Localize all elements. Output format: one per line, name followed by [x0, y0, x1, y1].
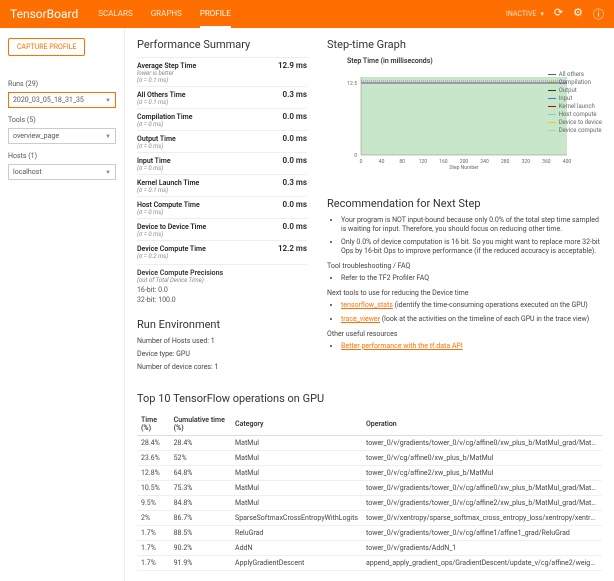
ops-title: Top 10 TensorFlow operations on GPU [137, 392, 602, 405]
metric-row: Average Step Timelower is better(σ = 0.1… [137, 57, 307, 86]
tools-label: Tools (5) [8, 116, 116, 124]
tab-graphs[interactable]: GRAPHS [151, 0, 182, 28]
rec-bullet: Only 0.0% of device computation is 16 bi… [341, 238, 602, 256]
capture-profile-button[interactable]: CAPTURE PROFILE [8, 38, 85, 56]
table-header: Time (%) [137, 413, 170, 436]
recommendations: Recommendation for Next Step Your progra… [327, 197, 602, 351]
rec-bullet: Your program is NOT input-bound because … [341, 216, 602, 234]
metric-row: Output Time(σ = 0 ms)0.0 ms [137, 130, 307, 152]
table-header: Cumulative time (%) [170, 413, 231, 436]
svg-text:280: 280 [501, 159, 510, 165]
brand-label: TensorBoard [10, 7, 78, 21]
table-row: 2%86.7%SparseSoftmaxCrossEntropyWithLogi… [137, 511, 602, 526]
svg-text:400: 400 [563, 159, 572, 165]
svg-text:320: 320 [522, 159, 531, 165]
chevron-down-icon: ▼ [105, 169, 111, 176]
ops-table: Time (%)Cumulative time (%)CategoryOpera… [137, 413, 602, 571]
main-content: Performance Summary Average Step Timelow… [125, 28, 614, 581]
legend-item: Device to device [548, 119, 602, 126]
hosts-select[interactable]: localhost▼ [8, 164, 116, 180]
table-row: 12.8%64.8%MatMultower_0/v/cg/affine2/xw_… [137, 466, 602, 481]
svg-text:12.5: 12.5 [347, 81, 357, 87]
legend-item: Output [548, 87, 602, 94]
legend-item: Input [548, 95, 602, 102]
metric-row: Input Time(σ = 0 ms)0.0 ms [137, 152, 307, 174]
svg-text:80: 80 [399, 159, 405, 165]
table-row: 23.6%52%MatMultower_0/v/cg/affine0/xw_pl… [137, 451, 602, 466]
env-cores: Number of device cores: 1 [137, 363, 307, 371]
runs-label: Runs (29) [8, 80, 116, 88]
chart-inner-title: Step Time (in milliseconds) [347, 57, 602, 65]
next-tools-label: Next tools to use for reducing the Devic… [327, 289, 602, 297]
table-row: 1.7%91.9%ApplyGradientDescentappend_appl… [137, 556, 602, 571]
chart-svg: 12.5 0 04080120160200240280320360400 Ste… [347, 71, 577, 171]
app-header: TensorBoard SCALARS GRAPHS PROFILE INACT… [0, 0, 614, 28]
chart-legend: All othersCompilationOutputInputKernel l… [548, 71, 602, 135]
tools-select[interactable]: overview_page▼ [8, 128, 116, 144]
performance-summary: Performance Summary Average Step Timelow… [137, 38, 307, 376]
chevron-down-icon[interactable]: ▾ [540, 10, 544, 18]
rec-title: Recommendation for Next Step [327, 197, 602, 210]
legend-item: Kernel launch [548, 103, 602, 110]
header-tabs: SCALARS GRAPHS PROFILE [98, 0, 231, 28]
table-row: 9.5%84.8%MatMultower_0/v/gradients/tower… [137, 496, 602, 511]
legend-item: Compilation [548, 79, 602, 86]
legend-item: Device compute [548, 127, 602, 134]
env-hosts: Number of Hosts used: 1 [137, 337, 307, 345]
other-link[interactable]: Better performance with the tf.data API [341, 342, 463, 350]
legend-item: All others [548, 71, 602, 78]
tab-profile[interactable]: PROFILE [200, 0, 231, 28]
perf-title: Performance Summary [137, 38, 307, 51]
next-tool-item: tensorflow_stats (identify the time-cons… [341, 301, 602, 310]
tool-link[interactable]: tensorflow_stats [341, 301, 393, 309]
settings-icon[interactable]: ⚙ [573, 6, 583, 22]
metric-row: Device Compute Time(σ = 0.2 ms)12.2 ms [137, 240, 307, 262]
faq-label: Tool troubleshooting / FAQ [327, 262, 602, 270]
metric-row: All Others Time(σ = 0.1 ms)0.3 ms [137, 86, 307, 108]
run-environment: Run Environment Number of Hosts used: 1 … [137, 318, 307, 371]
chevron-down-icon: ▼ [105, 97, 111, 104]
help-icon[interactable]: ⓘ [593, 6, 604, 22]
next-tool-item: trace_viewer (look at the activities on … [341, 315, 602, 324]
svg-text:360: 360 [542, 159, 551, 165]
table-header: Operation [362, 413, 602, 436]
metric-row: Kernel Launch Time(σ = 0.1 ms)0.3 ms [137, 174, 307, 196]
table-header: Category [231, 413, 362, 436]
hosts-label: Hosts (1) [8, 152, 116, 160]
chevron-down-icon: ▼ [105, 133, 111, 140]
right-column: Step-time Graph Step Time (in millisecon… [327, 38, 602, 376]
other-label: Other useful resources [327, 330, 602, 338]
metric-row: Compilation Time(σ = 0 ms)0.0 ms [137, 108, 307, 130]
table-row: 10.5%75.3%MatMultower_0/v/gradients/towe… [137, 481, 602, 496]
table-row: 1.7%90.2%AddNtower_0/v/gradients/AddN_1 [137, 541, 602, 556]
table-row: 28.4%28.4%MatMultower_0/v/gradients/towe… [137, 436, 602, 451]
env-device: Device type: GPU [137, 350, 307, 358]
svg-text:0: 0 [354, 153, 357, 159]
metric-row: Host Compute Time(σ = 0 ms)0.0 ms [137, 196, 307, 218]
legend-item: Host compute [548, 111, 602, 118]
svg-text:Step Number: Step Number [449, 165, 478, 171]
top-ops-section: Top 10 TensorFlow operations on GPU Time… [137, 392, 602, 571]
svg-text:240: 240 [480, 159, 489, 165]
tool-link[interactable]: trace_viewer [341, 315, 380, 323]
svg-text:160: 160 [439, 159, 448, 165]
metric-row: Device to Device Time(σ = 0 ms)0.0 ms [137, 218, 307, 240]
faq-item: Refer to the TF2 Profiler FAQ [341, 274, 602, 283]
graph-title: Step-time Graph [327, 38, 602, 51]
status-label: INACTIVE▾ [506, 10, 544, 18]
svg-text:40: 40 [379, 159, 385, 165]
sidebar: CAPTURE PROFILE Runs (29) 2020_03_05_18_… [0, 28, 125, 581]
runs-select[interactable]: 2020_03_05_18_31_35▼ [8, 92, 116, 108]
step-time-chart: Step Time (in milliseconds) 12.5 0 0 40 80… [327, 57, 602, 187]
svg-text:0: 0 [360, 159, 363, 165]
precisions-block: Device Compute Precisions (out of Total … [137, 264, 307, 304]
svg-text:120: 120 [419, 159, 428, 165]
tab-scalars[interactable]: SCALARS [98, 0, 132, 28]
table-row: 1.7%88.5%ReluGradtower_0/v/gradients/tow… [137, 526, 602, 541]
env-title: Run Environment [137, 318, 307, 331]
refresh-icon[interactable]: ⟳ [554, 6, 563, 22]
